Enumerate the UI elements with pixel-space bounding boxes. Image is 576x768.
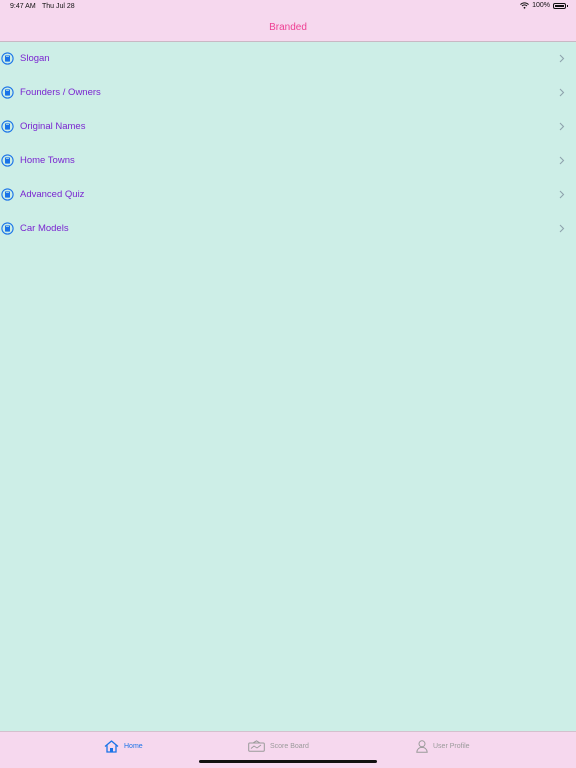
menu-item-advanced-quiz[interactable]: Advanced Quiz — [0, 178, 576, 212]
menu-item-original-names[interactable]: Original Names — [0, 110, 576, 144]
menu-item-label: Car Models — [20, 223, 69, 234]
menu-item-label: Home Towns — [20, 155, 75, 166]
menu-item-label: Founders / Owners — [20, 87, 101, 98]
menu-item-slogan[interactable]: Slogan — [0, 42, 576, 76]
tab-home-label: Home — [124, 742, 143, 750]
tab-score-board[interactable]: Score Board — [248, 738, 309, 754]
navigation-bar: Branded — [0, 14, 576, 42]
chevron-right-icon — [559, 88, 565, 97]
menu-item-label: Original Names — [20, 121, 86, 132]
chevron-right-icon — [559, 54, 565, 63]
book-icon — [1, 222, 14, 235]
book-icon — [1, 52, 14, 65]
book-icon — [1, 188, 14, 201]
battery-fill — [555, 4, 564, 7]
book-icon — [1, 154, 14, 167]
chevron-right-icon — [559, 122, 565, 131]
menu-list: Slogan Founders / Owners Original Names — [0, 42, 576, 246]
battery-percent: 100% — [532, 2, 550, 9]
person-icon — [416, 739, 428, 753]
chevron-right-icon — [559, 156, 565, 165]
chevron-right-icon — [559, 190, 565, 199]
menu-item-label: Advanced Quiz — [20, 189, 85, 200]
status-right: 100% — [520, 2, 568, 9]
book-icon — [1, 86, 14, 99]
battery-icon — [553, 2, 568, 9]
menu-item-label: Slogan — [20, 53, 50, 64]
home-indicator — [199, 760, 377, 763]
menu-item-home-towns[interactable]: Home Towns — [0, 144, 576, 178]
tab-user-profile[interactable]: User Profile — [416, 738, 470, 754]
tab-user-profile-label: User Profile — [433, 742, 470, 750]
book-icon — [1, 120, 14, 133]
menu-item-founders-owners[interactable]: Founders / Owners — [0, 76, 576, 110]
status-bar: 9:47 AM Thu Jul 28 100% — [0, 0, 576, 14]
page-title: Branded — [269, 22, 307, 33]
scoreboard-icon — [248, 740, 265, 752]
tab-home[interactable]: Home — [104, 738, 143, 754]
status-date: Thu Jul 28 — [42, 3, 75, 10]
status-time: 9:47 AM — [10, 3, 36, 10]
wifi-icon — [520, 2, 529, 9]
chevron-right-icon — [559, 224, 565, 233]
house-icon — [104, 739, 119, 753]
menu-item-car-models[interactable]: Car Models — [0, 212, 576, 246]
tab-score-board-label: Score Board — [270, 742, 309, 750]
